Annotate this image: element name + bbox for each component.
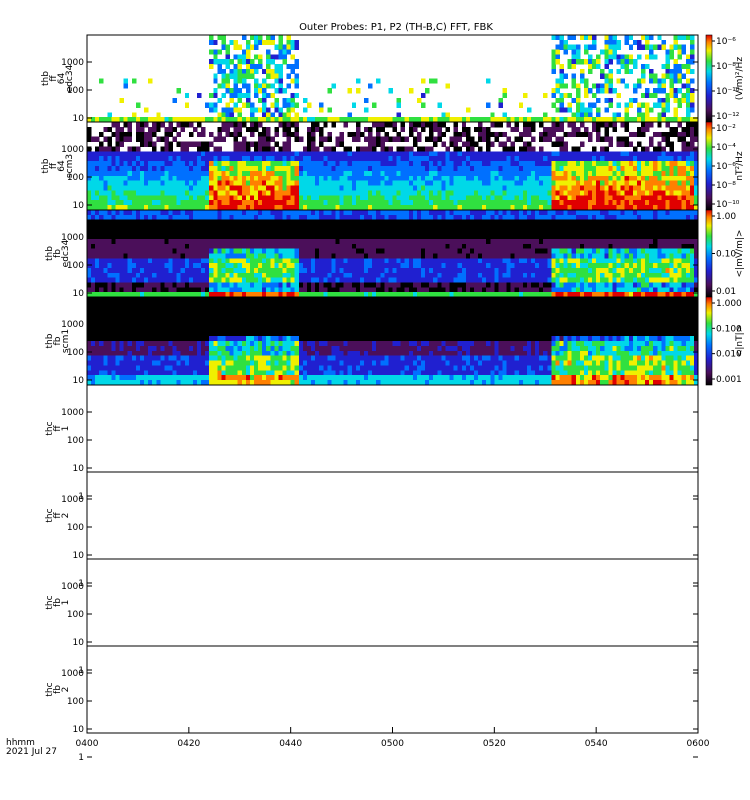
panel-label-6: thcff2 bbox=[45, 508, 71, 522]
spectrogram-1 bbox=[87, 35, 699, 123]
y-tick-label: 100 bbox=[67, 436, 84, 446]
colorbar-unit-3: <|mV/m|> bbox=[735, 230, 745, 278]
x-tick-label: 0540 bbox=[585, 739, 608, 749]
colorbar-tick: 0.10 bbox=[716, 250, 736, 260]
panel-5: 1000100101thcff1 bbox=[45, 384, 699, 502]
colorbar-tick: 10⁻⁸ bbox=[716, 181, 736, 191]
colorbar-tick: 10⁻⁸ bbox=[716, 62, 736, 72]
y-tick-label: 10 bbox=[73, 464, 85, 474]
panel-label-8: thcfb2 bbox=[45, 682, 71, 696]
colorbar-tick: 10⁻⁶ bbox=[716, 37, 736, 47]
panel-label-7: thcfb1 bbox=[45, 595, 71, 609]
colorbar-tick: 1.00 bbox=[716, 212, 736, 222]
y-tick-label: 1000 bbox=[61, 145, 84, 155]
svg-text:scm3: scm3 bbox=[65, 154, 75, 178]
y-tick-label: 10 bbox=[73, 289, 85, 299]
colorbar-unit-1: (V/m)²/Hz bbox=[735, 57, 745, 100]
colorbar-tick: 10⁻¹⁰ bbox=[716, 200, 740, 210]
colorbar-unit-2: nT²/Hz bbox=[735, 151, 745, 181]
panel-frame-8 bbox=[86, 645, 699, 734]
panel-frame-7 bbox=[86, 558, 699, 647]
panel-frame-5 bbox=[86, 384, 699, 473]
y-tick-label: 100 bbox=[67, 697, 84, 707]
y-tick-label: 10 bbox=[73, 376, 85, 386]
panel-2: 100010010thbff64scm3 bbox=[41, 121, 699, 211]
panel-label-4: thbfbscm1 bbox=[45, 329, 71, 353]
colorbar-tick: 0.01 bbox=[716, 287, 736, 297]
y-tick-label: 1000 bbox=[61, 408, 84, 418]
y-tick-label: 10 bbox=[73, 638, 85, 648]
spectrogram-3 bbox=[87, 210, 699, 298]
panel-7: 1000100101thcfb1 bbox=[45, 558, 699, 676]
x-tick-label: 0420 bbox=[177, 739, 200, 749]
colorbar-3: 1.00 0.10 0.01 <|mV/m|> bbox=[705, 209, 745, 298]
date-label: 2021 Jul 27 bbox=[6, 747, 57, 757]
y-tick-label: 1 bbox=[78, 753, 84, 763]
panel-3: 100010010thbfbedc34 bbox=[45, 209, 699, 299]
colorbar-tick: 10⁻¹² bbox=[716, 112, 740, 122]
colorbar-unit-4: <|nT|> bbox=[735, 325, 745, 357]
panel-1: 100010010thbff64edc34 bbox=[41, 34, 699, 124]
colorbar-tick: 10⁻² bbox=[716, 124, 736, 134]
y-tick-label: 1000 bbox=[61, 669, 84, 679]
spectrogram-figure: Outer Probes: P1, P2 (TH-B,C) FFT, FBK 1… bbox=[6, 22, 745, 763]
panel-6: 1000100101thcff2 bbox=[45, 471, 699, 589]
x-tick-label: 0440 bbox=[279, 739, 302, 749]
x-tick-label: 0500 bbox=[381, 739, 404, 749]
y-tick-label: 100 bbox=[67, 610, 84, 620]
panel-label-5: thcff1 bbox=[45, 421, 71, 435]
panel-label-3: thbfbedc34 bbox=[45, 239, 71, 267]
colorbar-tick: 10⁻⁴ bbox=[716, 143, 736, 153]
svg-text:edc34: edc34 bbox=[65, 64, 75, 92]
spectrogram-2 bbox=[87, 122, 699, 211]
y-tick-label: 10 bbox=[73, 201, 85, 211]
y-tick-label: 1000 bbox=[61, 320, 84, 330]
spectrogram-4 bbox=[87, 297, 699, 386]
colorbar-2: 10⁻² 10⁻⁴ 10⁻⁶ 10⁻⁸ 10⁻¹⁰ nT²/Hz bbox=[705, 121, 745, 211]
x-tick-label: 0600 bbox=[687, 739, 710, 749]
x-tick-label: 0520 bbox=[483, 739, 506, 749]
y-tick-label: 1000 bbox=[61, 495, 84, 505]
panel-label-1: thbff64edc34 bbox=[41, 64, 75, 92]
y-tick-label: 10 bbox=[73, 551, 85, 561]
x-tick-label: 0400 bbox=[76, 739, 99, 749]
colorbar-tick: 1.000 bbox=[716, 299, 742, 309]
colorbar-1: 10⁻⁶10⁻⁸10⁻¹⁰10⁻¹²(V/m)²/Hz bbox=[705, 34, 745, 123]
panel-label-2: thbff64scm3 bbox=[41, 154, 75, 178]
plot-title: Outer Probes: P1, P2 (TH-B,C) FFT, FBK bbox=[299, 22, 493, 33]
panel-frame-6 bbox=[86, 471, 699, 560]
y-tick-label: 10 bbox=[73, 725, 85, 735]
panel-4: 100010010thbfbscm1 bbox=[45, 296, 699, 386]
colorbar-tick: 10⁻⁶ bbox=[716, 162, 736, 172]
colorbar-4: 1.0000.1000.0100.001<|nT|> bbox=[705, 296, 745, 386]
colorbar-tick: 0.001 bbox=[716, 375, 742, 385]
y-tick-label: 10 bbox=[73, 114, 85, 124]
y-tick-label: 1000 bbox=[61, 582, 84, 592]
y-tick-label: 100 bbox=[67, 523, 84, 533]
